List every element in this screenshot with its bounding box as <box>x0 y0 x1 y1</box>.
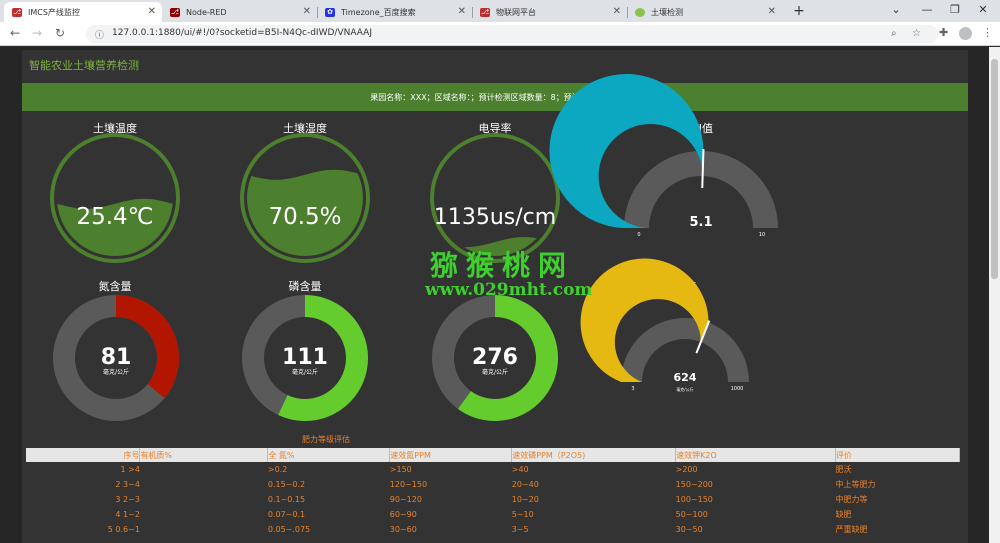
potassium-donut-gauge: 276 毫克/公斤 <box>432 295 558 421</box>
table-title: 肥力等级评估 <box>302 435 350 444</box>
table-cell: 120~150 <box>389 480 428 489</box>
table-cell: 中上等肥力 <box>835 480 876 489</box>
table-cell <box>140 477 268 492</box>
nitrogen-value: 81 <box>101 345 132 370</box>
table-cell: 0.07~0.1 <box>267 510 306 519</box>
table-cell: 30~60 <box>389 525 417 534</box>
table-row: 2 3~4 0.15~0.2 120~150 20~40 150~200 中上等… <box>26 477 960 492</box>
salinity-unit: 毫克/公斤 <box>676 386 693 392</box>
column-header: 评价 <box>835 448 960 462</box>
ph-gauge: 5.1 0 10 <box>549 74 778 238</box>
table-cell: 60~90 <box>389 510 417 519</box>
salinity-max: 1000 <box>731 386 744 392</box>
table-cell: 肥沃 <box>835 465 852 474</box>
table-cell: 50~100 <box>675 510 708 519</box>
table-cell <box>140 522 268 537</box>
phosphorus-value: 111 <box>282 345 328 370</box>
table-cell: 严重缺肥 <box>835 525 868 534</box>
gauge-fill <box>549 74 704 228</box>
table-cell: 0.1~0.15 <box>267 495 306 504</box>
column-header: 速效磷PPM（P2O5) <box>511 448 677 462</box>
soil-humidity-liquid-gauge: 70.5% <box>240 133 370 263</box>
table-row: 5 0.6~1 0.05~.075 30~60 3~5 30~50 严重缺肥 <box>26 522 960 537</box>
column-header: 速效氮PPM <box>389 448 513 462</box>
table-cell: 20~40 <box>511 480 539 489</box>
conductivity-liquid-gauge: 1135us/cm <box>430 133 560 263</box>
column-header: 序号 <box>26 448 141 462</box>
potassium-unit: 毫克/公斤 <box>482 368 508 376</box>
table-cell: 30~50 <box>675 525 703 534</box>
table-cell: 5 0.6~1 <box>107 525 140 534</box>
table-cell: >200 <box>675 465 698 474</box>
potassium-value: 276 <box>472 345 518 370</box>
nitrogen-unit: 毫克/公斤 <box>103 368 129 376</box>
table-cell: >150 <box>389 465 412 474</box>
watermark-title: 猕猴桃网 <box>430 249 575 282</box>
table-cell <box>140 507 268 522</box>
soil-temp-liquid-gauge: 25.4℃ <box>50 133 180 263</box>
phosphorus-unit: 毫克/公斤 <box>292 368 318 376</box>
table-cell: 90~120 <box>389 495 422 504</box>
salinity-value: 624 <box>674 371 697 384</box>
fertility-table: 序号 有机质% 全 氮% 速效氮PPM 速效磷PPM（P2O5) 速效钾K2O … <box>26 448 960 537</box>
ph-value: 5.1 <box>689 215 712 230</box>
table-cell: 1 >4 <box>120 465 140 474</box>
column-header: 速效钾K2O <box>675 448 837 462</box>
conductivity-value: 1135us/cm <box>434 205 556 230</box>
table-cell <box>140 462 268 477</box>
gauge-needle <box>701 149 705 189</box>
table-row: 1 >4 >0.2 >150 >40 >200 肥沃 <box>26 462 960 477</box>
salinity-gauge: 624 毫克/公斤 3 1000 <box>580 258 749 392</box>
table-cell: 100~150 <box>675 495 713 504</box>
ph-max: 10 <box>759 232 765 238</box>
watermark-url: www.029mht.com <box>425 280 593 300</box>
phosphorus-donut-gauge: 111 毫克/公斤 <box>242 295 368 421</box>
table-cell <box>140 492 268 507</box>
soil-temp-value: 25.4℃ <box>76 204 153 230</box>
table-cell: 中肥力等 <box>835 495 868 504</box>
table-header-row: 序号 有机质% 全 氮% 速效氮PPM 速效磷PPM（P2O5) 速效钾K2O … <box>26 448 960 462</box>
table-cell: 5~10 <box>511 510 534 519</box>
ph-min: 0 <box>637 232 640 238</box>
table-cell: 150~200 <box>675 480 713 489</box>
soil-humidity-value: 70.5% <box>268 204 341 230</box>
table-cell: 0.05~.075 <box>267 525 311 534</box>
table-cell: 0.15~0.2 <box>267 480 306 489</box>
table-cell: >0.2 <box>267 465 288 474</box>
table-cell: 4 1~2 <box>115 510 140 519</box>
nitrogen-donut-gauge: 81 毫克/公斤 <box>53 295 179 421</box>
table-cell: 3 2~3 <box>115 495 140 504</box>
table-row: 3 2~3 0.1~0.15 90~120 10~20 100~150 中肥力等 <box>26 492 960 507</box>
salinity-min: 3 <box>631 386 634 392</box>
table-cell: 2 3~4 <box>115 480 140 489</box>
table-cell: 3~5 <box>511 525 529 534</box>
table-row: 4 1~2 0.07~0.1 60~90 5~10 50~100 缺肥 <box>26 507 960 522</box>
column-header: 全 氮% <box>267 448 391 462</box>
table-cell: 10~20 <box>511 495 539 504</box>
table-cell: 缺肥 <box>835 510 852 519</box>
column-header: 有机质% <box>139 448 269 462</box>
table-cell: >40 <box>511 465 529 474</box>
